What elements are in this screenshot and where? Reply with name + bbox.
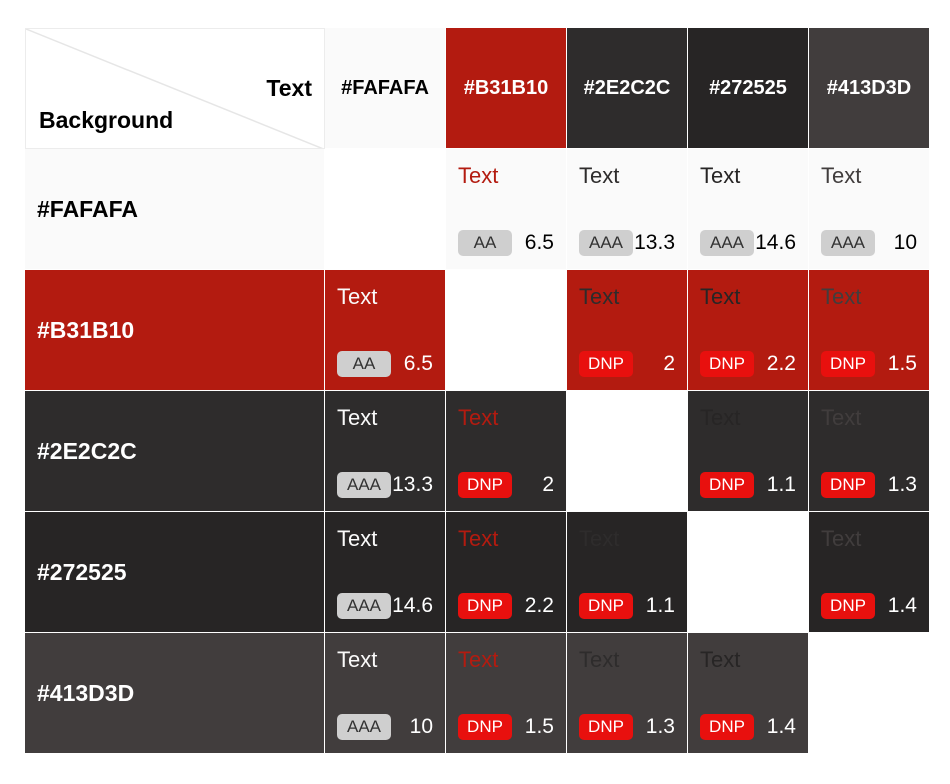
contrast-ratio: 2.2 bbox=[524, 594, 554, 617]
sample-text: Text bbox=[337, 526, 378, 551]
rating-badge: DNP bbox=[821, 472, 875, 498]
column-header: #413D3D bbox=[809, 28, 930, 149]
contrast-ratio: 10 bbox=[409, 715, 433, 738]
contrast-ratio: 10 bbox=[893, 231, 917, 254]
contrast-ratio: 13.3 bbox=[634, 231, 675, 254]
column-header: #FAFAFA bbox=[325, 28, 446, 149]
empty-cell bbox=[809, 633, 930, 754]
rating-badge: DNP bbox=[458, 593, 512, 619]
contrast-cell: Text DNP 1.1 bbox=[688, 391, 809, 512]
rating-badge: AAA bbox=[821, 230, 875, 256]
contrast-cell: Text AAA 14.6 bbox=[688, 149, 809, 270]
empty-cell bbox=[325, 149, 446, 270]
rating-badge: DNP bbox=[821, 351, 875, 377]
rating-badge: AAA bbox=[337, 472, 391, 498]
sample-text: Text bbox=[821, 163, 862, 188]
contrast-ratio: 14.6 bbox=[392, 594, 433, 617]
sample-text: Text bbox=[700, 163, 741, 188]
contrast-ratio: 1.4 bbox=[766, 715, 796, 738]
sample-text: Text bbox=[700, 284, 741, 309]
sample-text: Text bbox=[458, 163, 499, 188]
sample-text: Text bbox=[579, 526, 620, 551]
contrast-ratio: 1.3 bbox=[645, 715, 675, 738]
sample-text: Text bbox=[700, 647, 741, 672]
contrast-cell: Text AA 6.5 bbox=[446, 149, 567, 270]
rating-badge: AAA bbox=[579, 230, 633, 256]
contrast-ratio: 2 bbox=[663, 352, 675, 375]
contrast-ratio: 13.3 bbox=[392, 473, 433, 496]
column-header: #B31B10 bbox=[446, 28, 567, 149]
rating-badge: DNP bbox=[700, 714, 754, 740]
sample-text: Text bbox=[458, 647, 499, 672]
empty-cell bbox=[567, 391, 688, 512]
contrast-cell: Text DNP 1.1 bbox=[567, 512, 688, 633]
text-axis-label: Text bbox=[266, 75, 312, 101]
contrast-matrix: Text Background #FAFAFA #B31B10 #2E2C2C #27… bbox=[25, 28, 930, 754]
contrast-ratio: 1.1 bbox=[766, 473, 796, 496]
empty-cell bbox=[688, 512, 809, 633]
rating-badge: AA bbox=[458, 230, 512, 256]
sample-text: Text bbox=[458, 526, 499, 551]
sample-text: Text bbox=[579, 284, 620, 309]
rating-badge: DNP bbox=[821, 593, 875, 619]
contrast-cell: Text AAA 10 bbox=[809, 149, 930, 270]
row-header: #FAFAFA bbox=[25, 149, 325, 270]
contrast-cell: Text AAA 13.3 bbox=[567, 149, 688, 270]
rating-badge: AAA bbox=[337, 593, 391, 619]
contrast-cell: Text AA 6.5 bbox=[325, 270, 446, 391]
contrast-ratio: 1.5 bbox=[524, 715, 554, 738]
corner-header: Text Background bbox=[25, 28, 325, 149]
row-header: #272525 bbox=[25, 512, 325, 633]
contrast-cell: Text AAA 14.6 bbox=[325, 512, 446, 633]
sample-text: Text bbox=[337, 284, 378, 309]
contrast-ratio: 2.2 bbox=[766, 352, 796, 375]
contrast-cell: Text DNP 2.2 bbox=[446, 512, 567, 633]
contrast-ratio: 6.5 bbox=[524, 231, 554, 254]
sample-text: Text bbox=[579, 647, 620, 672]
row-header: #2E2C2C bbox=[25, 391, 325, 512]
contrast-cell: Text DNP 2.2 bbox=[688, 270, 809, 391]
sample-text: Text bbox=[821, 526, 862, 551]
contrast-ratio: 1.3 bbox=[887, 473, 917, 496]
contrast-cell: Text DNP 1.4 bbox=[809, 512, 930, 633]
background-axis-label: Background bbox=[39, 107, 174, 133]
empty-cell bbox=[446, 270, 567, 391]
sample-text: Text bbox=[337, 647, 378, 672]
rating-badge: DNP bbox=[579, 714, 633, 740]
column-header: #2E2C2C bbox=[567, 28, 688, 149]
rating-badge: DNP bbox=[579, 351, 633, 377]
sample-text: Text bbox=[700, 405, 741, 430]
column-header: #272525 bbox=[688, 28, 809, 149]
rating-badge: DNP bbox=[700, 472, 754, 498]
rating-badge: DNP bbox=[458, 472, 512, 498]
rating-badge: AA bbox=[337, 351, 391, 377]
sample-text: Text bbox=[821, 284, 862, 309]
contrast-cell: Text DNP 1.3 bbox=[809, 391, 930, 512]
rating-badge: DNP bbox=[458, 714, 512, 740]
row-header: #B31B10 bbox=[25, 270, 325, 391]
contrast-ratio: 1.1 bbox=[645, 594, 675, 617]
contrast-cell: Text AAA 13.3 bbox=[325, 391, 446, 512]
contrast-cell: Text DNP 1.4 bbox=[688, 633, 809, 754]
contrast-cell: Text DNP 2 bbox=[567, 270, 688, 391]
contrast-cell: Text DNP 1.3 bbox=[567, 633, 688, 754]
contrast-ratio: 14.6 bbox=[755, 231, 796, 254]
contrast-ratio: 6.5 bbox=[403, 352, 433, 375]
row-header: #413D3D bbox=[25, 633, 325, 754]
contrast-cell: Text AAA 10 bbox=[325, 633, 446, 754]
contrast-cell: Text DNP 2 bbox=[446, 391, 567, 512]
contrast-ratio: 1.4 bbox=[887, 594, 917, 617]
contrast-cell: Text DNP 1.5 bbox=[446, 633, 567, 754]
rating-badge: DNP bbox=[579, 593, 633, 619]
rating-badge: AAA bbox=[337, 714, 391, 740]
rating-badge: DNP bbox=[700, 351, 754, 377]
sample-text: Text bbox=[337, 405, 378, 430]
contrast-cell: Text DNP 1.5 bbox=[809, 270, 930, 391]
sample-text: Text bbox=[821, 405, 862, 430]
contrast-ratio: 2 bbox=[542, 473, 554, 496]
sample-text: Text bbox=[458, 405, 499, 430]
contrast-ratio: 1.5 bbox=[887, 352, 917, 375]
sample-text: Text bbox=[579, 163, 620, 188]
rating-badge: AAA bbox=[700, 230, 754, 256]
